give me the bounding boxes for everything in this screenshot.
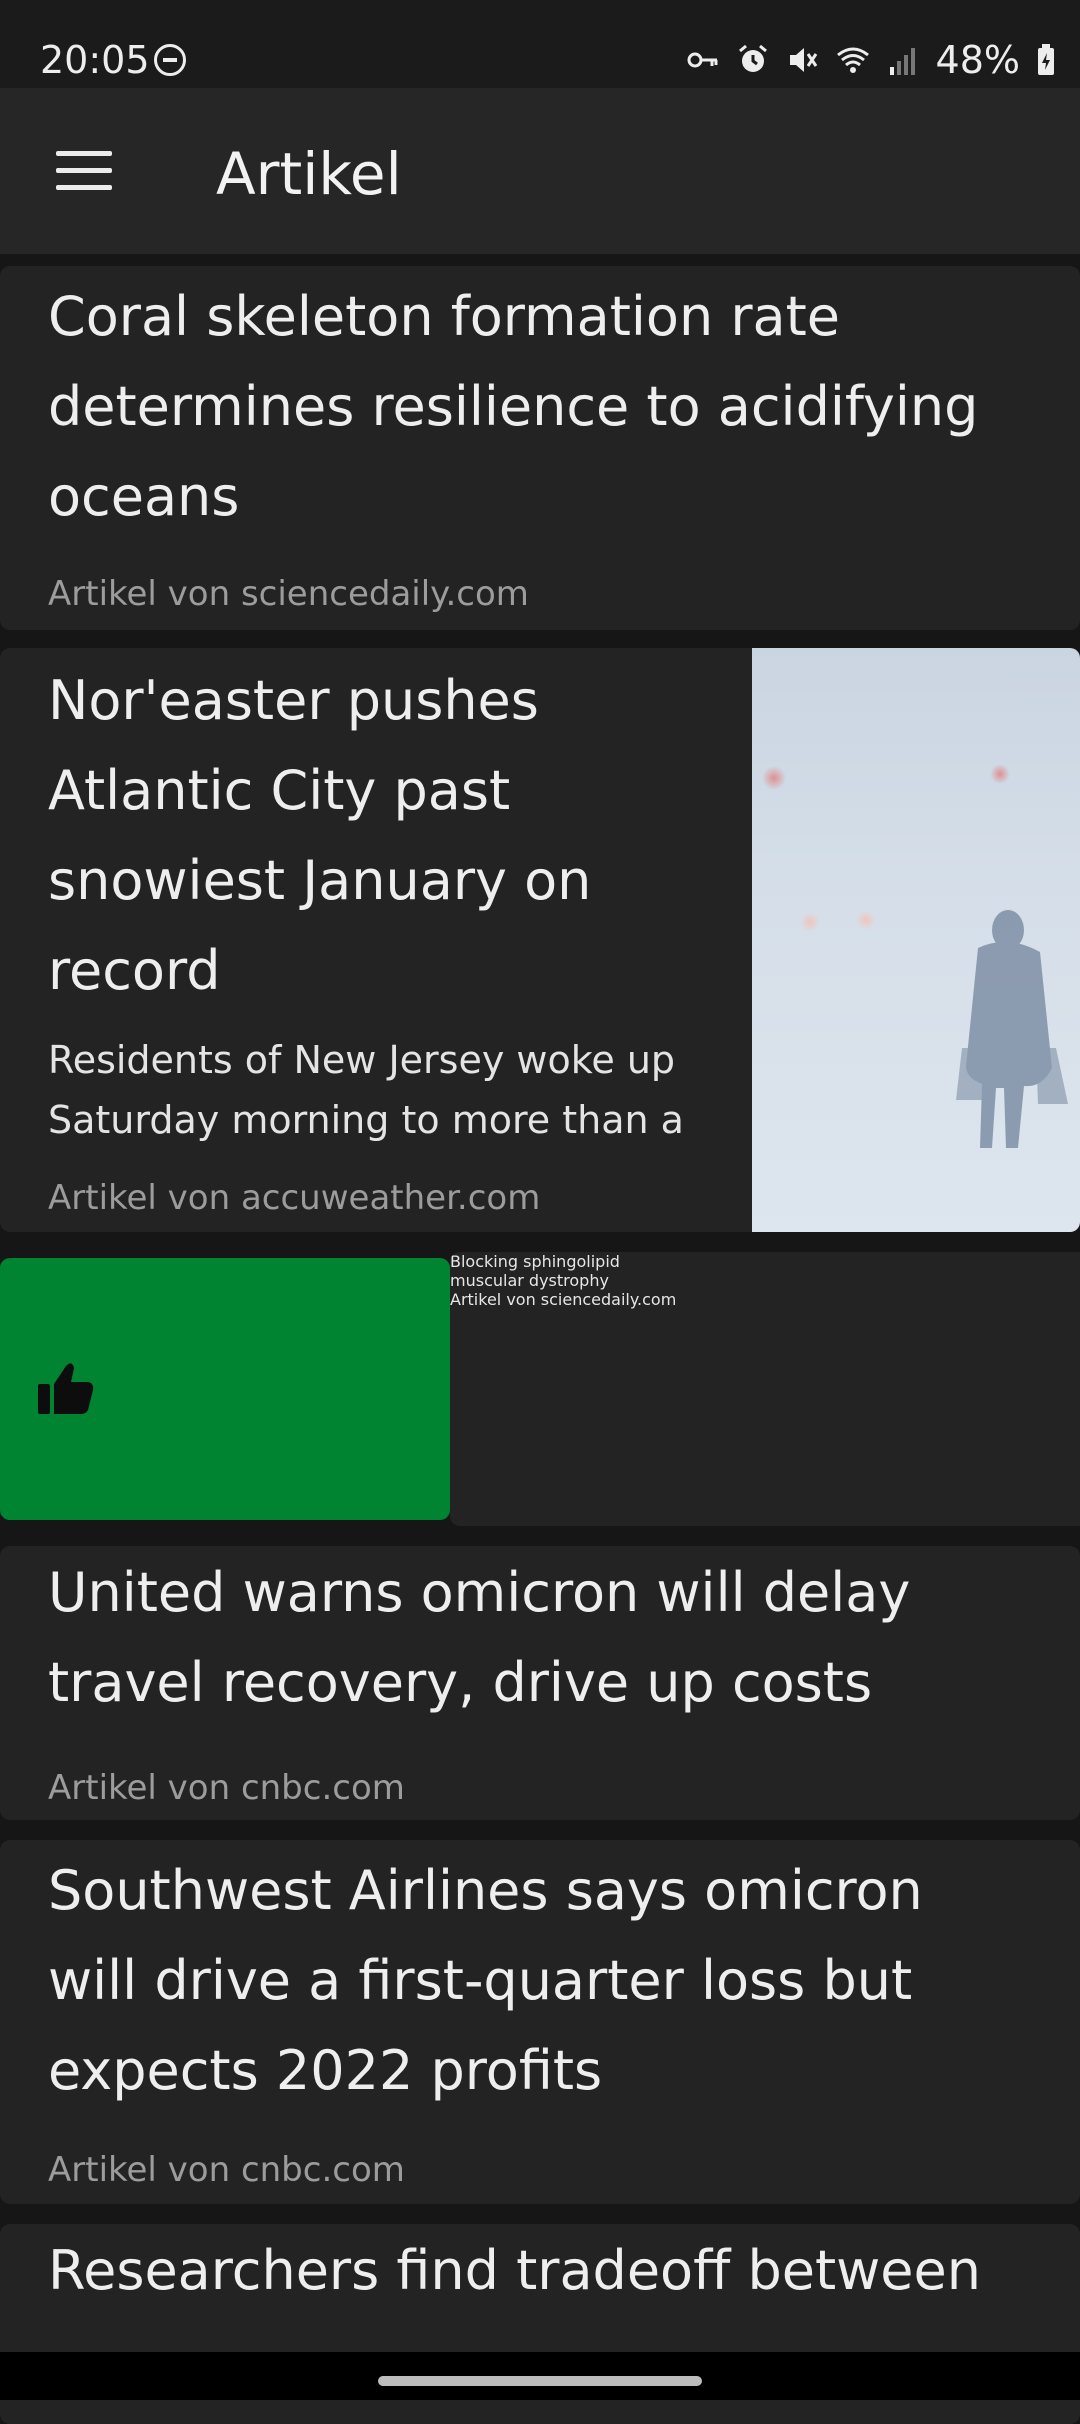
article-title-line: travel recovery, drive up costs <box>48 1651 873 1714</box>
status-bar: 20:05 48% <box>0 0 1080 88</box>
alarm-icon <box>738 44 767 72</box>
article-card[interactable]: Coral skeleton formation rate determines… <box>0 266 1080 630</box>
article-title: Nor'easter pushes Atlantic City past sno… <box>48 656 591 1016</box>
article-title-line: Coral skeleton formation rate <box>48 285 841 348</box>
article-source: Artikel von sciencedaily.com <box>450 1290 677 1309</box>
article-title-line: United warns omicron will delay <box>48 1561 911 1624</box>
battery-charging-icon <box>1038 44 1054 75</box>
article-title-line: Researchers find tradeoff between <box>48 2239 981 2302</box>
wifi-icon <box>836 47 869 73</box>
article-title-line: record <box>48 939 221 1002</box>
status-icons: 48% <box>686 38 1056 82</box>
article-title: Coral skeleton formation rate determines… <box>48 272 978 542</box>
article-title-line: muscular dystrophy <box>450 1271 609 1290</box>
article-title-line: snowiest January on <box>48 849 592 912</box>
status-time: 20:05 <box>40 38 150 82</box>
hamburger-menu-icon[interactable] <box>56 151 112 191</box>
battery-percent: 48% <box>935 38 1020 82</box>
article-title-line: Blocking sphingolipid <box>450 1252 620 1271</box>
article-title: United warns omicron will delay travel r… <box>48 1548 910 1728</box>
article-description-line: Residents of New Jersey woke up <box>48 1038 676 1082</box>
article-card-swiped[interactable]: Blocking sphingolipid muscular dystrophy… <box>450 1252 1080 1526</box>
article-source: Artikel von cnbc.com <box>48 2150 405 2190</box>
vpn-key-icon <box>687 52 718 68</box>
article-thumbnail <box>752 648 1080 1232</box>
article-card[interactable]: United warns omicron will delay travel r… <box>0 1546 1080 1820</box>
article-title: Southwest Airlines says omicron will dri… <box>48 1846 923 2116</box>
snowstorm-photo <box>762 764 1068 1148</box>
article-title-line: Nor'easter pushes <box>48 669 539 732</box>
do-not-disturb-icon <box>154 44 186 76</box>
page-title: Artikel <box>216 140 402 208</box>
article-description-line: Saturday morning to more than a <box>48 1098 684 1142</box>
mute-icon <box>789 48 817 72</box>
thumbs-up-icon <box>38 1363 94 1414</box>
article-title-line: Atlantic City past <box>48 759 511 822</box>
article-title-line: determines resilience to acidifying <box>48 375 979 438</box>
app-bar: Artikel <box>0 88 1080 254</box>
article-card[interactable]: Nor'easter pushes Atlantic City past sno… <box>0 648 1080 1232</box>
article-description: Residents of New Jersey woke up Saturday… <box>48 1030 684 1150</box>
article-source: Artikel von cnbc.com <box>48 1768 405 1808</box>
like-swipe-action[interactable] <box>0 1258 450 1520</box>
article-title: Researchers find tradeoff between <box>48 2226 981 2316</box>
article-title: Blocking sphingolipid muscular dystrophy <box>450 1252 1080 1290</box>
signal-icon <box>889 48 915 75</box>
article-title-line: will drive a first-quarter loss but <box>48 1949 913 2012</box>
article-source: Artikel von sciencedaily.com <box>48 574 529 614</box>
article-title-line: oceans <box>48 465 240 528</box>
article-title-line: Southwest Airlines says omicron <box>48 1859 923 1922</box>
article-title-line: expects 2022 profits <box>48 2039 603 2102</box>
article-card[interactable]: Southwest Airlines says omicron will dri… <box>0 1840 1080 2204</box>
home-gesture-handle[interactable] <box>378 2376 702 2386</box>
article-source: Artikel von accuweather.com <box>48 1178 541 1218</box>
